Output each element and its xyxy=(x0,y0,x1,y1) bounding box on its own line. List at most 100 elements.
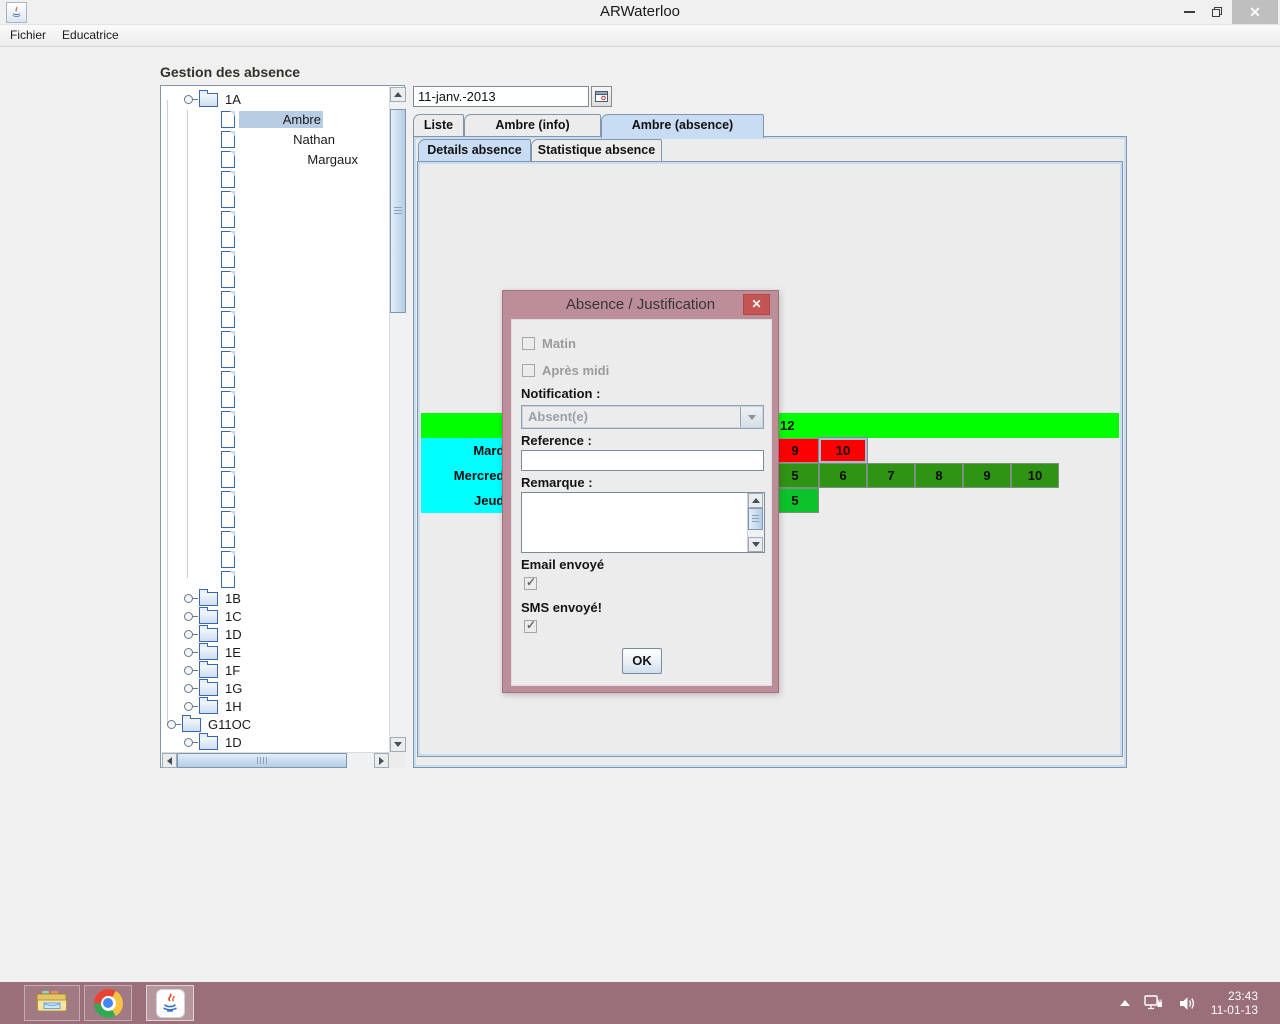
tree-leaf-empty-8[interactable] xyxy=(162,249,388,269)
minimize-button[interactable] xyxy=(1176,0,1202,24)
tab-statistique-absence[interactable]: Statistique absence xyxy=(531,139,662,162)
restore-button[interactable] xyxy=(1204,0,1230,24)
tree-leaf-empty-5[interactable] xyxy=(162,189,388,209)
scroll-down-button[interactable] xyxy=(748,537,763,552)
taskbar-chrome-button[interactable] xyxy=(84,985,132,1021)
tree-leaf-empty-11[interactable] xyxy=(162,309,388,329)
textarea-scrollbar[interactable] xyxy=(747,493,764,552)
volume-tray-icon[interactable] xyxy=(1178,995,1197,1012)
scroll-up-button[interactable] xyxy=(390,87,406,102)
tree-label xyxy=(239,178,243,180)
email-checkbox[interactable] xyxy=(524,577,537,590)
tree-horizontal-scrollbar[interactable] xyxy=(162,752,389,768)
expand-handle-icon[interactable] xyxy=(183,699,197,713)
calendar-cell-mardi-10[interactable]: 10 xyxy=(819,438,867,463)
tree-node-1e[interactable]: 1E xyxy=(162,643,388,661)
expand-handle-icon[interactable] xyxy=(183,591,197,605)
tree-node-1c[interactable]: 1C xyxy=(162,607,388,625)
tree-leaf-empty-12[interactable] xyxy=(162,329,388,349)
tab-ambre-absence[interactable]: Ambre (absence) xyxy=(601,114,764,138)
expand-handle-icon[interactable] xyxy=(183,92,197,106)
tab-details-absence[interactable]: Details absence xyxy=(418,139,531,162)
menu-fichier[interactable]: Fichier xyxy=(2,25,54,46)
tree-leaf-empty-16[interactable] xyxy=(162,409,388,429)
tree-leaf-empty-21[interactable] xyxy=(162,509,388,529)
date-picker-button[interactable] xyxy=(591,86,612,107)
file-explorer-icon xyxy=(36,990,68,1016)
calendar-cell-mercredi-7[interactable]: 7 xyxy=(867,463,915,488)
tree-node-1d[interactable]: 1D xyxy=(162,625,388,643)
expand-handle-icon[interactable] xyxy=(183,645,197,659)
titlebar[interactable]: ARWaterloo ✕ xyxy=(0,0,1280,25)
tree-node-1h[interactable]: 1H xyxy=(162,697,388,715)
remarque-textarea[interactable] xyxy=(521,492,765,553)
scroll-down-button[interactable] xyxy=(390,737,406,752)
tree-node-1d[interactable]: 1D xyxy=(162,733,388,751)
document-icon xyxy=(221,251,235,268)
dialog-close-button[interactable]: ✕ xyxy=(743,294,770,315)
tree-node-1f[interactable]: 1F xyxy=(162,661,388,679)
taskbar-java-button[interactable] xyxy=(146,985,194,1021)
tree-leaf-empty-6[interactable] xyxy=(162,209,388,229)
taskbar-explorer-button[interactable] xyxy=(24,985,80,1021)
ok-button[interactable]: OK xyxy=(622,648,662,674)
tree-node-g11oc[interactable]: G11OC xyxy=(162,715,388,733)
apres-midi-checkbox[interactable] xyxy=(522,364,535,377)
calendar-cell-mercredi-6[interactable]: 6 xyxy=(819,463,867,488)
tree-label: Margaux xyxy=(239,151,360,168)
tree-leaf-empty-7[interactable] xyxy=(162,229,388,249)
tree-leaf-empty-15[interactable] xyxy=(162,389,388,409)
tree-leaf-empty-9[interactable] xyxy=(162,269,388,289)
expand-handle-icon[interactable] xyxy=(183,663,197,677)
tree-leaf-margaux[interactable]: Margaux xyxy=(162,149,388,169)
calendar-cell-mercredi-8[interactable]: 8 xyxy=(915,463,963,488)
tree-leaf-empty-18[interactable] xyxy=(162,449,388,469)
scroll-right-button[interactable] xyxy=(374,753,389,768)
tree-leaf-empty-13[interactable] xyxy=(162,349,388,369)
dialog-title[interactable]: Absence / Justification xyxy=(503,291,778,319)
network-tray-icon[interactable] xyxy=(1144,995,1164,1012)
expand-handle-icon[interactable] xyxy=(183,609,197,623)
calendar-cell-mercredi-10[interactable]: 10 xyxy=(1011,463,1059,488)
tree-leaf-nathan[interactable]: Nathan xyxy=(162,129,388,149)
expand-handle-icon[interactable] xyxy=(166,717,180,731)
close-button[interactable]: ✕ xyxy=(1232,0,1278,24)
calendar-cell-mercredi-9[interactable]: 9 xyxy=(963,463,1011,488)
tree-node-1a[interactable]: 1A xyxy=(162,89,388,109)
matin-checkbox[interactable] xyxy=(522,337,535,350)
tree-leaf-empty-23[interactable] xyxy=(162,549,388,569)
tree-leaf-empty-10[interactable] xyxy=(162,289,388,309)
folder-icon xyxy=(199,592,218,606)
expand-handle-icon[interactable] xyxy=(183,735,197,749)
scroll-left-button[interactable] xyxy=(162,753,177,768)
tree-leaf-empty-24[interactable] xyxy=(162,569,388,589)
tree-leaf-empty-20[interactable] xyxy=(162,489,388,509)
notification-dropdown[interactable]: Absent(e) xyxy=(521,405,764,429)
tree-node-1g[interactable]: 1G xyxy=(162,679,388,697)
scroll-up-button[interactable] xyxy=(748,493,763,508)
horizontal-scrollbar-thumb[interactable] xyxy=(177,753,347,768)
vertical-scrollbar-thumb[interactable] xyxy=(390,109,406,313)
tab-liste[interactable]: Liste xyxy=(413,114,464,137)
tree-leaf-ambre[interactable]: Ambre xyxy=(162,109,388,129)
tree-node-1b[interactable]: 1B xyxy=(162,589,388,607)
tree-leaf-empty-19[interactable] xyxy=(162,469,388,489)
folder-icon xyxy=(182,718,201,732)
tree-vertical-scrollbar[interactable] xyxy=(389,87,406,752)
tree-leaf-empty-17[interactable] xyxy=(162,429,388,449)
date-input[interactable] xyxy=(413,86,589,107)
tab-ambre-info[interactable]: Ambre (info) xyxy=(464,114,601,137)
sms-checkbox[interactable] xyxy=(524,620,537,633)
expand-handle-icon[interactable] xyxy=(183,681,197,695)
dropdown-arrow-button[interactable] xyxy=(740,407,762,427)
clock[interactable]: 23:43 11-01-13 xyxy=(1211,989,1258,1017)
menu-educatrice[interactable]: Educatrice xyxy=(54,25,127,46)
tree-leaf-empty-4[interactable] xyxy=(162,169,388,189)
chevron-down-icon xyxy=(748,415,756,420)
expand-handle-icon[interactable] xyxy=(183,627,197,641)
vertical-scrollbar-thumb[interactable] xyxy=(748,508,763,530)
tree-leaf-empty-22[interactable] xyxy=(162,529,388,549)
reference-input[interactable] xyxy=(521,450,764,471)
show-hidden-icons-button[interactable] xyxy=(1120,1000,1130,1006)
tree-leaf-empty-14[interactable] xyxy=(162,369,388,389)
